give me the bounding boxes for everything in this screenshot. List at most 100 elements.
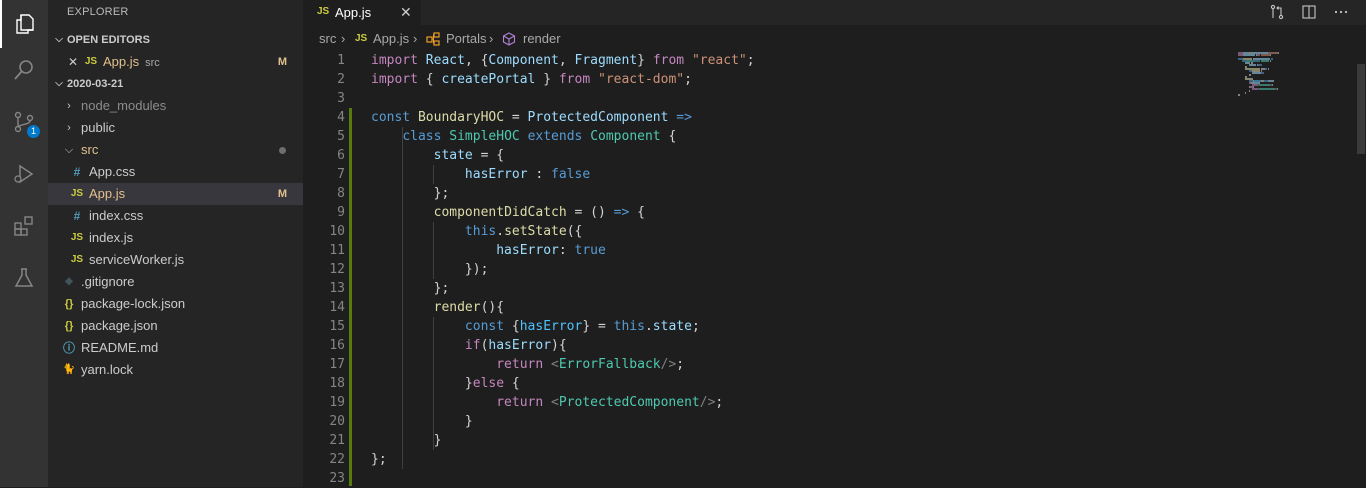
code-token: ;: [746, 53, 755, 68]
code-token: {: [511, 319, 520, 334]
code-token: =>: [613, 205, 630, 220]
extensions-icon[interactable]: [0, 202, 48, 250]
code-token: if: [464, 338, 481, 353]
code-token: .: [644, 319, 653, 334]
code-line: hasError : false: [371, 165, 590, 184]
minimap-token: [1260, 60, 1269, 62]
search-icon[interactable]: [0, 46, 48, 94]
code-token: {: [511, 376, 520, 391]
json-file-icon: {}: [64, 298, 74, 310]
open-editor-item[interactable]: ✕ JS App.js src M: [48, 51, 303, 73]
code-editor[interactable]: 1 2 3 4 5 6 7 8 9 10 11 12 13 14 15 16 1…: [303, 51, 1233, 487]
code-token: React: [425, 53, 465, 68]
code-token: <: [551, 395, 559, 410]
testing-icon[interactable]: [0, 254, 48, 302]
line-number: 11: [329, 243, 345, 258]
tree-item-service-worker[interactable]: JS serviceWorker.js: [48, 249, 303, 271]
minimap-token: [1258, 84, 1271, 86]
close-icon[interactable]: ✕: [66, 51, 80, 73]
minimap-token: [1277, 52, 1279, 54]
scrollbar-thumb[interactable]: [1357, 64, 1365, 154]
open-editors-header[interactable]: ⌵ OPEN EDITORS: [48, 29, 303, 51]
tab-app-js[interactable]: JS App.js ✕: [303, 0, 421, 25]
explorer-icon[interactable]: [0, 0, 48, 48]
code-token: (){: [480, 300, 505, 315]
chevron-right-icon: ›: [489, 31, 494, 46]
tree-item-readme[interactable]: ⓘ README.md: [48, 337, 303, 359]
explorer-sidebar: EXPLORER ⌵ OPEN EDITORS ✕ JS App.js src M…: [48, 0, 303, 487]
tree-item-package-json[interactable]: {} package.json: [48, 315, 303, 337]
code-token: }: [637, 53, 653, 68]
line-number: 23: [329, 471, 345, 486]
code-token: }: [371, 376, 473, 391]
code-token: ){: [551, 338, 567, 353]
code-line: class SimpleHOC extends Component {: [371, 127, 676, 146]
code-token: ;: [715, 395, 724, 410]
code-token: ;: [684, 72, 692, 87]
line-number: 22: [329, 452, 345, 467]
tree-item-node-modules[interactable]: › node_modules: [48, 95, 303, 117]
code-token: };: [371, 281, 450, 296]
tree-item-yarn-lock[interactable]: 🐈 yarn.lock: [48, 359, 303, 381]
code-line: this.setState({: [371, 222, 582, 241]
code-token: hasError: [488, 338, 552, 353]
code-token: }: [371, 414, 473, 429]
line-number: 12: [329, 262, 345, 277]
code-token: const: [371, 110, 418, 125]
close-icon[interactable]: ✕: [400, 4, 412, 21]
minimap[interactable]: [1232, 50, 1352, 210]
tree-item-package-lock[interactable]: {} package-lock.json: [48, 293, 303, 315]
vertical-scrollbar[interactable]: [1354, 50, 1366, 487]
js-file-icon: JS: [70, 254, 84, 265]
code-line: }: [371, 431, 442, 450]
tab-bar: JS App.js ✕: [303, 0, 1366, 25]
tree-item-index-js[interactable]: JS index.js: [48, 227, 303, 249]
code-token: =>: [676, 110, 692, 125]
code-token: };: [371, 186, 450, 201]
tree-item-app-js[interactable]: JS App.js M: [48, 183, 303, 205]
code-line: state = {: [371, 146, 504, 165]
open-changes-icon[interactable]: [1267, 3, 1287, 21]
line-number: 21: [329, 433, 345, 448]
code-token: }: [535, 72, 559, 87]
code-token: } =: [582, 319, 614, 334]
tab-label: App.js: [335, 5, 372, 20]
code-token: }: [371, 433, 442, 448]
breadcrumb-render[interactable]: render: [523, 31, 561, 46]
tree-item-src[interactable]: ⌵ src: [48, 139, 303, 161]
code-token: extends: [527, 129, 591, 144]
code-token: />: [660, 357, 677, 372]
run-debug-icon[interactable]: [0, 150, 48, 198]
chevron-down-icon: ⌵: [64, 144, 74, 156]
breadcrumb-portals[interactable]: Portals: [446, 31, 486, 46]
tree-item-index-css[interactable]: # index.css: [48, 205, 303, 227]
yarn-file-icon: 🐈: [62, 364, 76, 375]
code-token: hasError: [519, 319, 583, 334]
breadcrumb-src[interactable]: src: [319, 31, 336, 46]
code-line: };: [371, 184, 450, 203]
js-file-icon: JS: [70, 232, 84, 243]
tree-item-app-css[interactable]: # App.css: [48, 161, 303, 183]
code-line: return <ProtectedComponent/>;: [371, 393, 723, 412]
js-file-icon: JS: [84, 56, 98, 67]
code-token: import: [371, 72, 426, 87]
source-control-icon[interactable]: 1: [0, 98, 48, 146]
tree-item-gitignore[interactable]: ◆ .gitignore: [48, 271, 303, 293]
code-line: import { createPortal } from "react-dom"…: [371, 70, 692, 89]
code-line: import React, {Component, Fragment} from…: [371, 51, 755, 70]
more-actions-icon[interactable]: [1331, 3, 1351, 21]
tree-item-public[interactable]: › public: [48, 117, 303, 139]
breadcrumb-file[interactable]: App.js: [373, 31, 409, 46]
js-file-icon: JS: [70, 188, 84, 199]
workspace-header[interactable]: ⌵ 2020-03-21: [48, 73, 303, 95]
code-token: true: [574, 243, 606, 258]
code-line: });: [371, 260, 489, 279]
line-number: 2: [337, 72, 345, 87]
method-cube-icon: [502, 32, 516, 49]
line-number: 14: [329, 300, 345, 315]
minimap-token: [1248, 64, 1256, 66]
split-editor-icon[interactable]: [1299, 3, 1319, 21]
